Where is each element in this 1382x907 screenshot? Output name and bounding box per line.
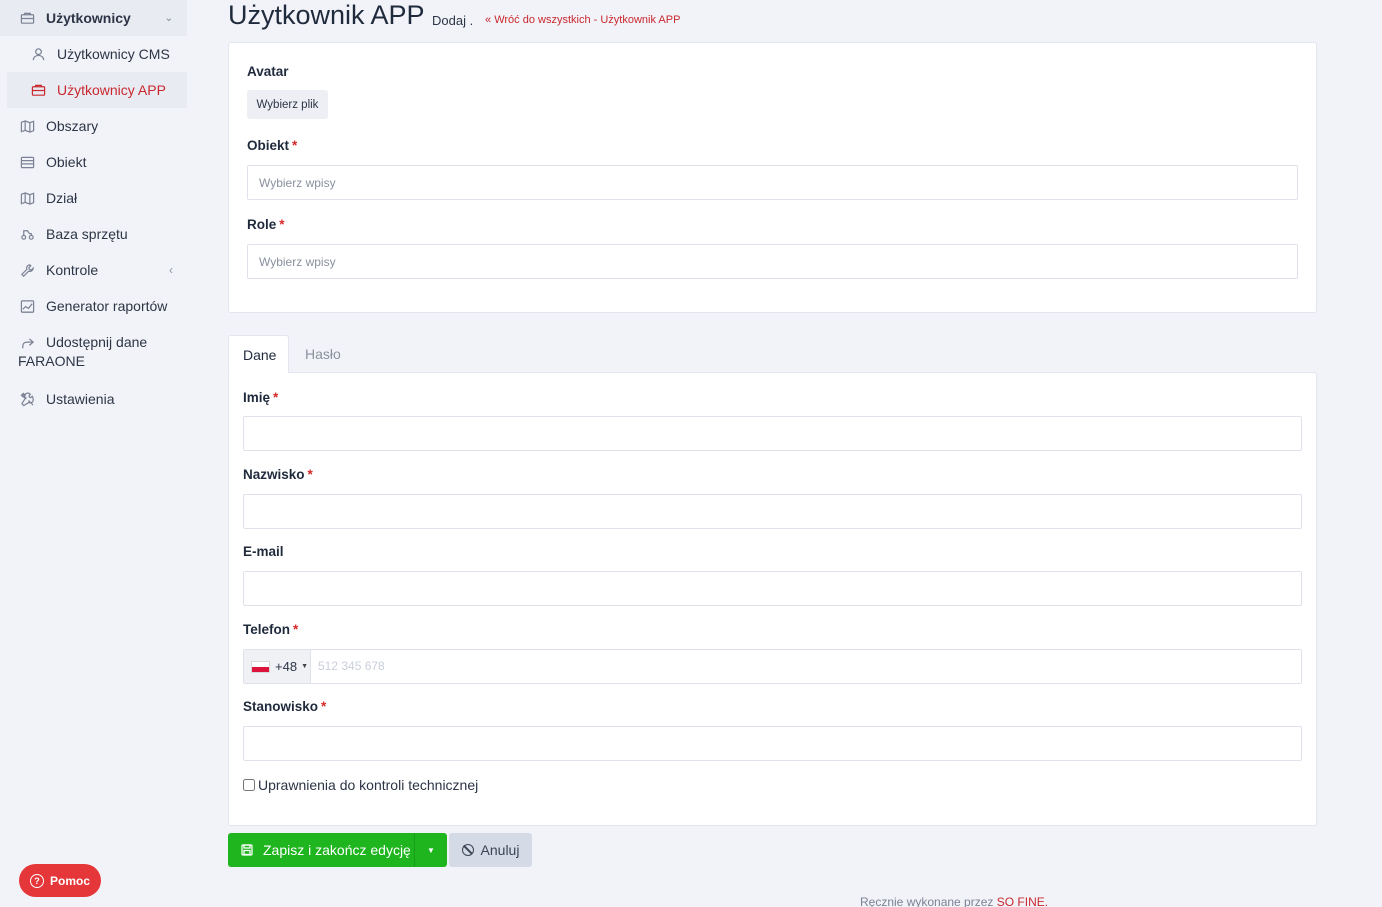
email-input[interactable]: [243, 571, 1302, 606]
role-label-text: Role: [247, 217, 277, 232]
sidebar-item-uzytkownicy[interactable]: Użytkownicy ⌄: [0, 0, 187, 36]
relations-card: Avatar Wybierz plik Obiekt * Wybierz wpis…: [228, 42, 1317, 313]
tab-haslo[interactable]: Hasło: [291, 335, 355, 373]
chevron-down-icon: ⌄: [164, 13, 173, 24]
required-mark: *: [292, 138, 298, 153]
sidebar-item-label: Kontrole: [46, 262, 99, 278]
caret-down-icon: ▼: [301, 663, 308, 670]
obiekt-label-text: Obiekt: [247, 138, 290, 153]
ban-icon: [461, 844, 474, 856]
sidebar-item-uzytkownicy-app[interactable]: Użytkownicy APP: [7, 72, 187, 108]
save-and-finish-button[interactable]: Zapisz i zakończ edycję ▼: [228, 833, 447, 867]
country-code: +48: [275, 659, 298, 674]
save-options-dropdown[interactable]: ▼: [414, 833, 447, 867]
required-mark: *: [307, 467, 313, 482]
footer-text: Ręcznie wykonane przez: [860, 895, 994, 907]
stanowisko-input[interactable]: [243, 726, 1302, 761]
tab-dane[interactable]: Dane: [228, 335, 289, 373]
sidebar-item-label: Udostępnij dane: [46, 334, 148, 350]
obiekt-select[interactable]: Wybierz wpisy: [247, 165, 1298, 200]
share-icon: [19, 335, 35, 351]
sidebar-item-label: Obiekt: [46, 154, 87, 170]
chevron-left-icon: ‹: [169, 263, 173, 277]
telefon-label-text: Telefon: [243, 622, 290, 637]
sidebar-item-kontrole[interactable]: Kontrole ‹: [0, 252, 187, 288]
role-select[interactable]: Wybierz wpisy: [247, 244, 1298, 279]
building-icon: [19, 154, 35, 170]
sidebar-item-label: Baza sprzętu: [46, 226, 128, 242]
obiekt-label: Obiekt *: [247, 138, 297, 153]
choose-file-button[interactable]: Wybierz plik: [247, 90, 328, 119]
sidebar-item-label: Ustawienia: [46, 391, 115, 407]
required-mark: *: [321, 699, 327, 714]
avatar-label: Avatar: [247, 64, 289, 79]
report-icon: [19, 298, 35, 314]
imie-input[interactable]: [243, 416, 1302, 451]
back-link[interactable]: « Wróć do wszystkich - Użytkownik APP: [485, 14, 680, 26]
checkbox-label: Uprawnienia do kontroli technicznej: [258, 777, 479, 793]
sidebar-item-obszary[interactable]: Obszary: [0, 108, 187, 144]
sidebar-item-udostepnij-dane[interactable]: Udostępnij dane FARAONE: [0, 324, 187, 374]
map-icon: [19, 190, 35, 206]
briefcase-icon: [30, 82, 46, 98]
sidebar-item-label: Generator raportów: [46, 298, 168, 314]
telefon-label: Telefon *: [243, 622, 298, 637]
sidebar-item-ustawienia[interactable]: Ustawienia: [0, 381, 187, 417]
footer: Ręcznie wykonane przez SO FINE.: [860, 895, 1048, 907]
nazwisko-input[interactable]: [243, 494, 1302, 529]
required-mark: *: [293, 622, 299, 637]
question-icon: ?: [29, 873, 44, 888]
email-label: E-mail: [243, 544, 284, 559]
sidebar-item-label: Użytkownicy CMS: [57, 46, 170, 62]
back-link-label: Wróć do wszystkich - Użytkownik APP: [494, 14, 681, 26]
sidebar-item-label-line2: FARAONE: [18, 353, 85, 369]
page-title: Użytkownik APP: [228, 0, 425, 30]
nazwisko-label-text: Nazwisko: [243, 467, 305, 482]
sidebar-item-label: Użytkownicy APP: [57, 82, 166, 98]
sidebar-item-generator-raportow[interactable]: Generator raportów: [0, 288, 187, 324]
sidebar-item-baza-sprzetu[interactable]: Baza sprzętu: [0, 216, 187, 252]
required-mark: *: [273, 390, 279, 405]
phone-input[interactable]: +48 ▼ 512 345 678: [243, 649, 1302, 684]
phone-placeholder: 512 345 678: [318, 659, 385, 673]
sidebar-item-label: Użytkownicy: [46, 10, 131, 26]
footer-link[interactable]: SO FINE.: [997, 895, 1048, 907]
technical-control-checkbox[interactable]: [243, 779, 255, 791]
sidebar-item-dzial[interactable]: Dział: [0, 180, 187, 216]
wrench-icon: [19, 262, 35, 278]
cancel-button[interactable]: Anuluj: [449, 833, 532, 867]
user-data-card: Imię * Nazwisko * E-mail Telefon * +48 ▼ 51…: [228, 372, 1317, 826]
imie-label: Imię *: [243, 390, 278, 405]
sidebar: Użytkownicy ⌄ Użytkownicy CMS Użytkownic…: [0, 0, 187, 907]
nazwisko-label: Nazwisko *: [243, 467, 313, 482]
save-icon: [241, 844, 253, 856]
role-label: Role *: [247, 217, 285, 232]
sidebar-item-uzytkownicy-cms[interactable]: Użytkownicy CMS: [0, 36, 187, 72]
save-label: Zapisz i zakończ edycję: [263, 842, 411, 858]
double-chevron-left-icon: «: [485, 14, 492, 26]
poland-flag-icon: [251, 660, 270, 673]
user-icon: [30, 46, 46, 62]
help-button[interactable]: ? Pomoc: [19, 864, 101, 897]
stanowisko-label: Stanowisko *: [243, 699, 326, 714]
sidebar-item-label: Dział: [46, 190, 78, 206]
cancel-label: Anuluj: [480, 842, 520, 858]
equipment-icon: [19, 226, 35, 242]
users-group-icon: [19, 10, 35, 26]
page-subtitle: Dodaj .: [432, 13, 474, 28]
tools-icon: [19, 391, 35, 407]
sidebar-item-obiekt[interactable]: Obiekt: [0, 144, 187, 180]
stanowisko-label-text: Stanowisko: [243, 699, 319, 714]
required-mark: *: [279, 217, 285, 232]
sidebar-item-label: Obszary: [46, 118, 99, 134]
country-code-dropdown[interactable]: +48 ▼: [244, 650, 311, 683]
technical-control-permission[interactable]: Uprawnienia do kontroli technicznej: [243, 777, 478, 793]
imie-label-text: Imię: [243, 390, 271, 405]
help-label: Pomoc: [49, 873, 90, 888]
map-icon: [19, 118, 35, 134]
